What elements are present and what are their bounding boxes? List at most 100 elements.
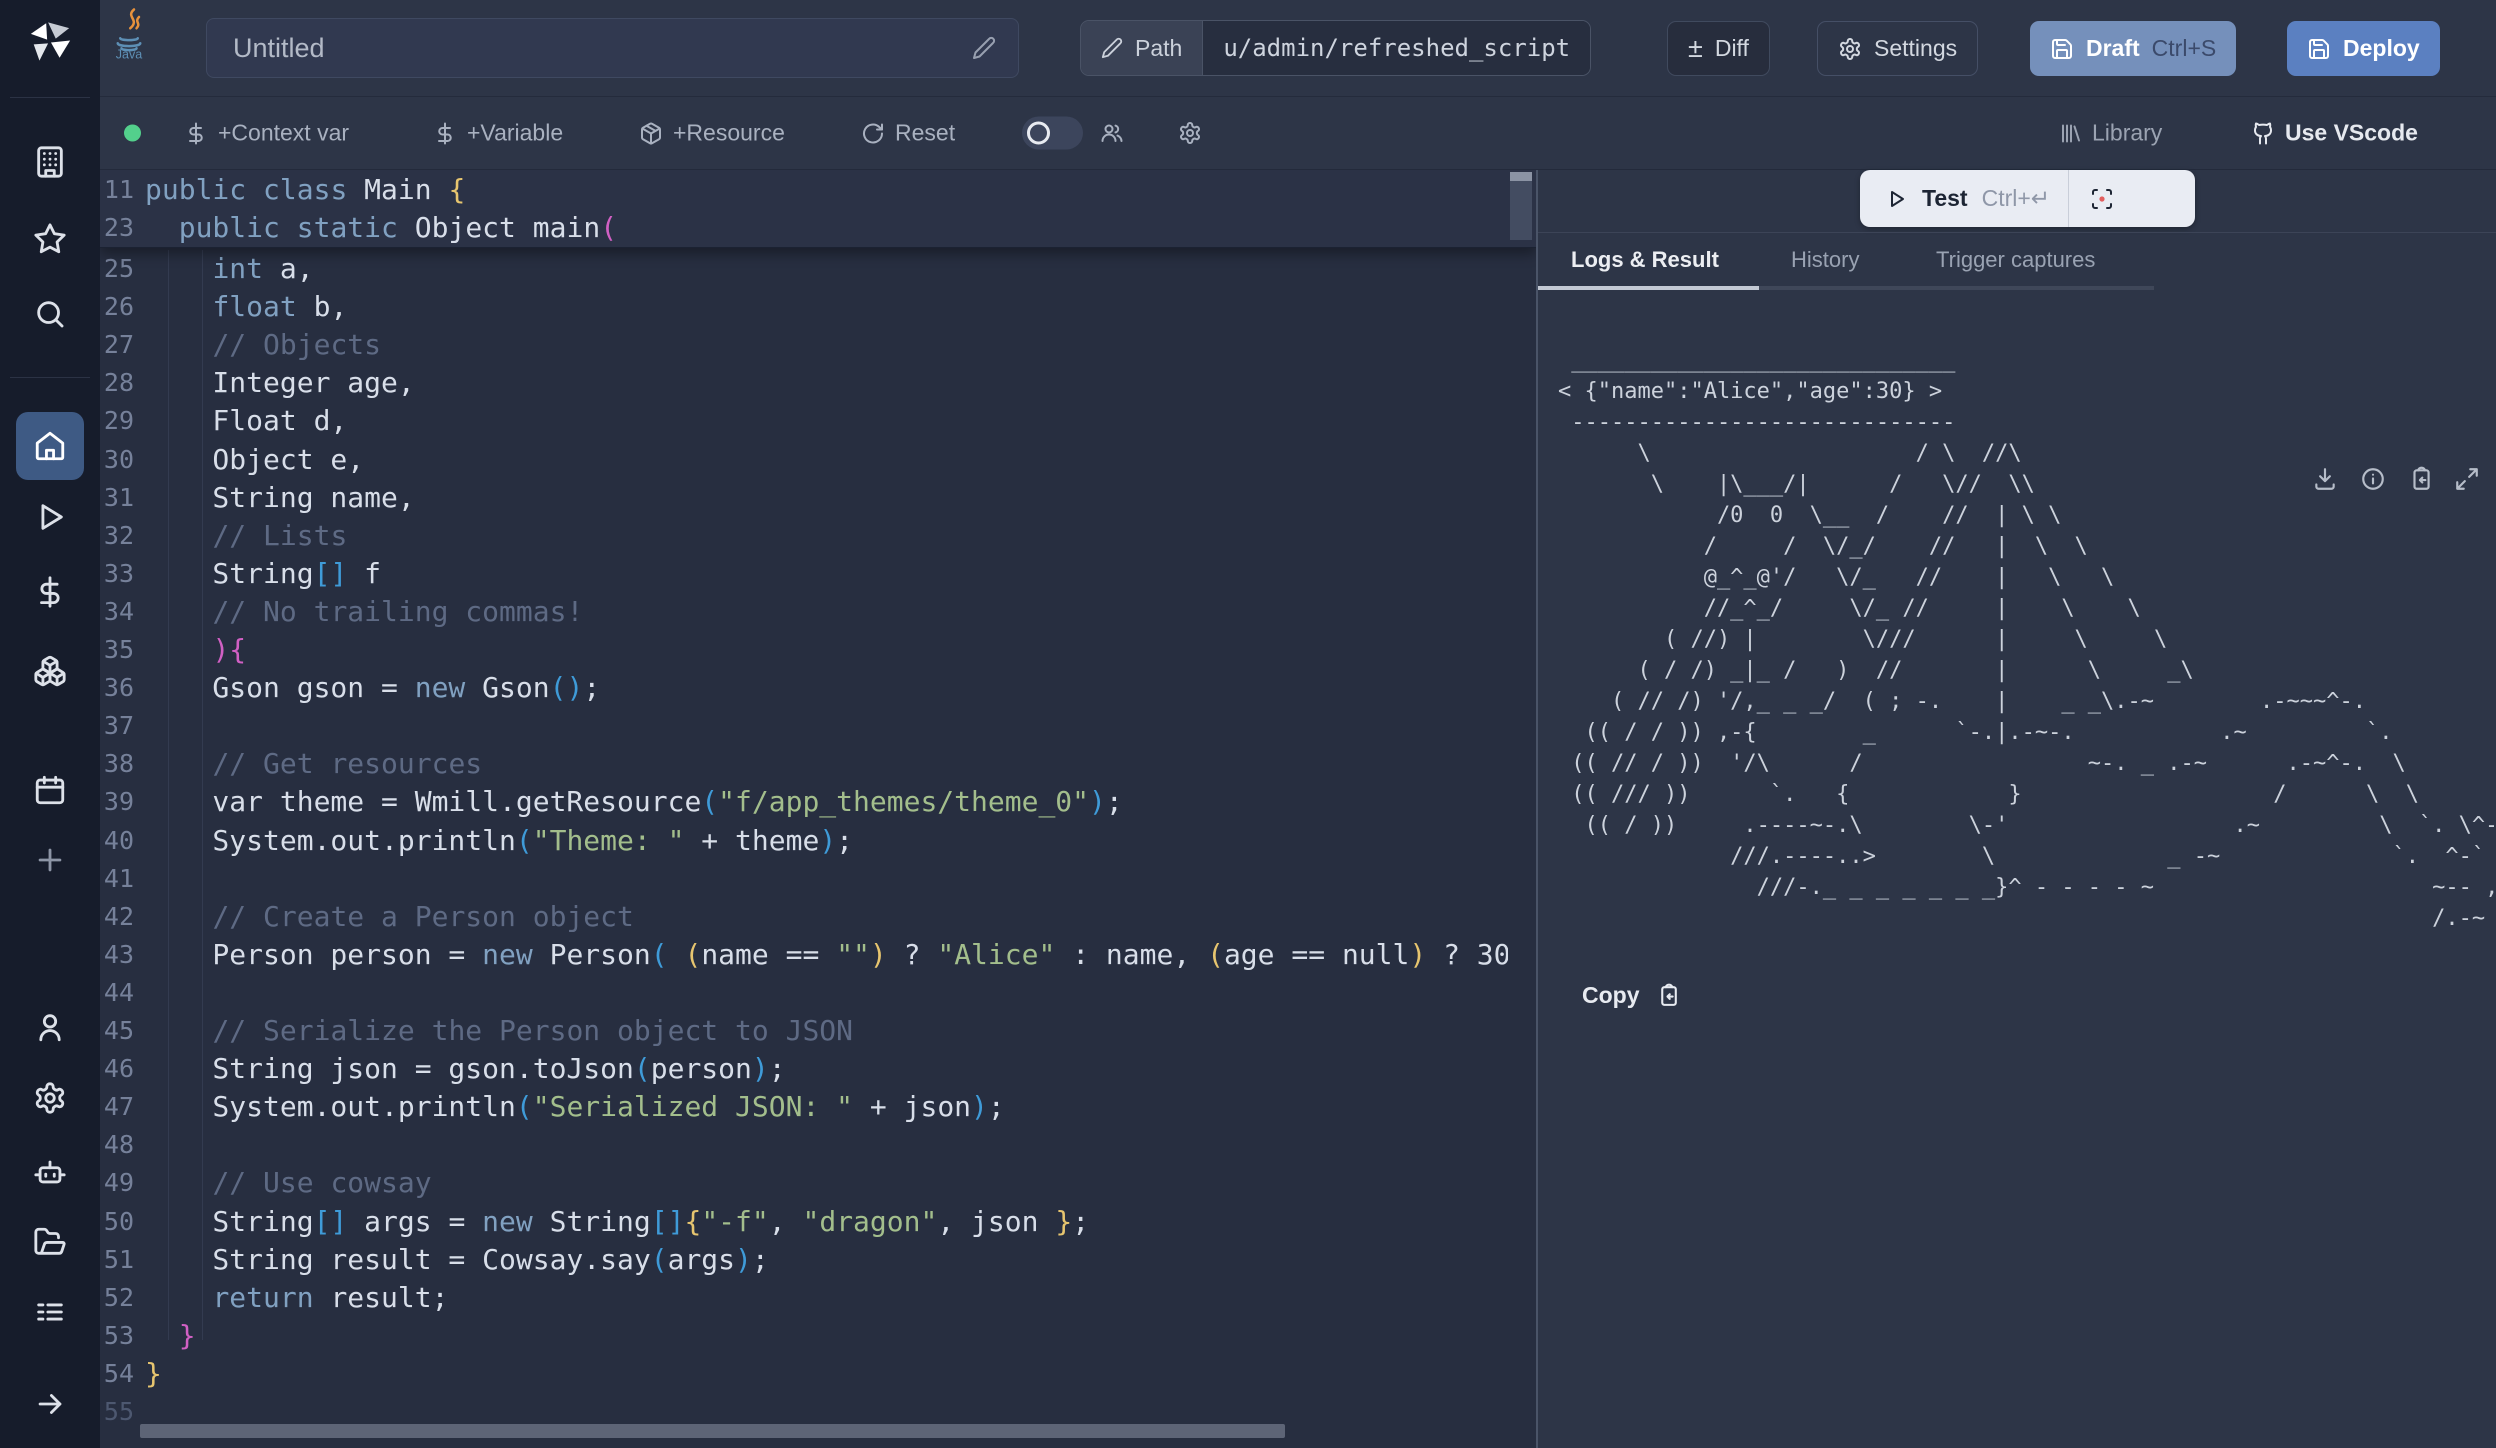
library-icon xyxy=(2058,121,2082,145)
capture-scan-button[interactable] xyxy=(2069,187,2135,211)
code-line[interactable]: 53 } xyxy=(100,1317,1536,1355)
collapse-arrow-right-icon[interactable] xyxy=(33,1387,67,1421)
settings-button[interactable]: Settings xyxy=(1817,21,1978,76)
code-line[interactable]: 32 // Lists xyxy=(100,517,1536,555)
editor-settings-gear-icon[interactable] xyxy=(1178,121,1202,145)
code-editor[interactable]: 11public class Main {23 public static Ob… xyxy=(100,170,1536,1448)
line-number: 40 xyxy=(100,822,134,860)
line-number: 55 xyxy=(100,1393,134,1431)
deploy-button[interactable]: Deploy xyxy=(2287,21,2440,76)
code-line[interactable]: 50 String[] args = new String[]{"-f", "d… xyxy=(100,1203,1536,1241)
diff-mode-toggle[interactable] xyxy=(1022,117,1083,150)
edit-pencil-icon[interactable] xyxy=(972,36,996,60)
line-number: 38 xyxy=(100,745,134,783)
runs-play-icon[interactable] xyxy=(33,500,67,534)
code-line[interactable]: 43 Person person = new Person( (name == … xyxy=(100,936,1536,974)
code-line[interactable]: 47 System.out.println("Serialized JSON: … xyxy=(100,1088,1536,1126)
home-icon[interactable] xyxy=(33,429,67,463)
list-icon[interactable] xyxy=(33,1295,67,1329)
code-line[interactable]: 39 var theme = Wmill.getResource("f/app_… xyxy=(100,783,1536,821)
code-line[interactable]: 40 System.out.println("Theme: " + theme)… xyxy=(100,822,1536,860)
sticky-scroll-header: 11public class Main {23 public static Ob… xyxy=(100,170,1536,248)
add-variable-button[interactable]: +Variable xyxy=(433,120,563,147)
code-line[interactable]: 31 String name, xyxy=(100,479,1536,517)
code-line[interactable]: 27 // Objects xyxy=(100,326,1536,364)
line-number: 44 xyxy=(100,974,134,1012)
test-button[interactable]: Test Ctrl+↵ xyxy=(1860,170,2195,227)
settings-gear-icon[interactable] xyxy=(33,1081,67,1115)
bot-icon[interactable] xyxy=(33,1155,67,1189)
line-number: 29 xyxy=(100,402,134,440)
use-vscode-button[interactable]: Use VScode xyxy=(2251,120,2418,147)
collaborators-users-icon[interactable] xyxy=(1100,121,1124,145)
tab-trigger-captures[interactable]: Trigger captures xyxy=(1936,247,2095,273)
code-line[interactable]: 33 String[] f xyxy=(100,555,1536,593)
code-line[interactable]: 25 int a, xyxy=(100,250,1536,288)
line-number: 27 xyxy=(100,326,134,364)
library-button[interactable]: Library xyxy=(2058,120,2162,147)
tab-logs-result[interactable]: Logs & Result xyxy=(1571,247,1719,273)
code-line[interactable]: 45 // Serialize the Person object to JSO… xyxy=(100,1012,1536,1050)
rotate-icon xyxy=(861,121,885,145)
schedules-calendar-icon[interactable] xyxy=(33,773,67,807)
add-context-var-button[interactable]: +Context var xyxy=(184,120,349,147)
code-line[interactable]: 23 public static Object main( xyxy=(100,209,1536,247)
copy-result-button[interactable]: Copy xyxy=(1582,982,1681,1009)
package-icon xyxy=(639,121,663,145)
code-line[interactable]: 29 Float d, xyxy=(100,402,1536,440)
code-line[interactable]: 54} xyxy=(100,1355,1536,1393)
line-number: 42 xyxy=(100,898,134,936)
code-line[interactable]: 46 String json = gson.toJson(person); xyxy=(100,1050,1536,1088)
horizontal-scrollbar[interactable] xyxy=(140,1424,1285,1438)
user-icon[interactable] xyxy=(33,1010,67,1044)
line-number: 23 xyxy=(100,209,134,247)
code-line[interactable]: 41 xyxy=(100,860,1536,898)
workspace-building-icon[interactable] xyxy=(33,145,67,179)
favorites-star-icon[interactable] xyxy=(33,222,67,256)
preview-panel: Test Ctrl+↵ Logs & Result History Trigge… xyxy=(1536,170,2496,1448)
dollar-icon xyxy=(184,121,208,145)
variables-dollar-icon[interactable] xyxy=(33,575,67,609)
windmill-logo[interactable] xyxy=(27,19,73,70)
code-line[interactable]: 49 // Use cowsay xyxy=(100,1164,1536,1202)
save-icon xyxy=(2050,37,2074,61)
line-number: 41 xyxy=(100,860,134,898)
code-line[interactable]: 30 Object e, xyxy=(100,441,1536,479)
code-line[interactable]: 36 Gson gson = new Gson(); xyxy=(100,669,1536,707)
add-plus-icon[interactable] xyxy=(33,843,67,877)
active-tab-underline xyxy=(1538,286,1759,290)
script-title-input[interactable]: Untitled xyxy=(206,18,1019,78)
vscode-cat-icon xyxy=(2251,121,2275,145)
clipboard-copy-icon xyxy=(1656,983,1681,1008)
code-line[interactable]: 48 xyxy=(100,1126,1536,1164)
save-icon xyxy=(2307,37,2331,61)
diff-button[interactable]: ± Diff xyxy=(1667,21,1770,76)
dollar-icon xyxy=(433,121,457,145)
reset-button[interactable]: Reset xyxy=(861,120,955,147)
code-line[interactable]: 35 ){ xyxy=(100,631,1536,669)
sidebar-divider xyxy=(10,377,90,378)
result-output: _____________________________ < {"name":… xyxy=(1558,345,2494,945)
tab-history[interactable]: History xyxy=(1791,247,1859,273)
editor-toolbar: +Context var +Variable +Resource Reset L… xyxy=(100,97,2496,170)
test-shortcut: Ctrl+↵ xyxy=(1982,185,2050,212)
code-line[interactable]: 11public class Main { xyxy=(100,171,1536,209)
code-line[interactable]: 26 float b, xyxy=(100,288,1536,326)
vertical-scrollbar[interactable] xyxy=(1510,172,1532,240)
path-edit-button[interactable]: Path xyxy=(1081,21,1203,75)
folder-open-icon[interactable] xyxy=(33,1225,67,1259)
code-line[interactable]: 34 // No trailing commas! xyxy=(100,593,1536,631)
code-line[interactable]: 38 // Get resources xyxy=(100,745,1536,783)
draft-button[interactable]: Draft Ctrl+S xyxy=(2030,21,2236,76)
code-line[interactable]: 37 xyxy=(100,707,1536,745)
search-icon[interactable] xyxy=(33,297,67,331)
code-line[interactable]: 28 Integer age, xyxy=(100,364,1536,402)
code-line[interactable]: 52 return result; xyxy=(100,1279,1536,1317)
code-line[interactable]: 42 // Create a Person object xyxy=(100,898,1536,936)
resources-boxes-icon[interactable] xyxy=(33,654,67,688)
code-line[interactable]: 51 String result = Cowsay.say(args); xyxy=(100,1241,1536,1279)
path-value-input[interactable]: u/admin/refreshed_script xyxy=(1203,21,1590,75)
add-resource-button[interactable]: +Resource xyxy=(639,120,785,147)
code-line[interactable]: 44 xyxy=(100,974,1536,1012)
line-number: 11 xyxy=(100,171,134,209)
